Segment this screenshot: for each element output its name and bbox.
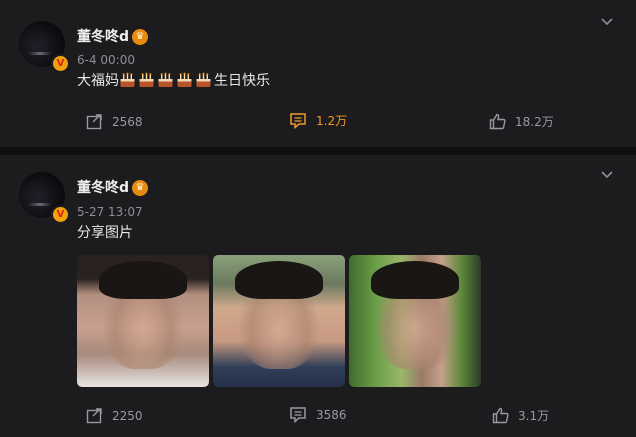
username[interactable]: 董冬咚d — [77, 28, 129, 46]
repost-icon — [86, 408, 102, 424]
repost-count: 2568 — [112, 114, 143, 129]
post-image-3[interactable] — [349, 255, 481, 387]
post-text: 大福妈 生日快乐 — [77, 72, 270, 90]
like-button[interactable]: 18.2万 — [489, 113, 554, 130]
repost-icon — [86, 114, 102, 130]
like-count: 3.1万 — [518, 409, 550, 423]
post-time[interactable]: 6-4 00:00 — [77, 53, 135, 67]
crown-icon: ♛ — [132, 29, 148, 45]
cake-emoji-group — [119, 72, 214, 89]
cake-emoji-icon — [196, 72, 211, 87]
comment-button[interactable]: 3586 — [289, 406, 347, 423]
chevron-down-icon[interactable] — [600, 170, 614, 180]
thumbs-up-icon — [492, 407, 509, 424]
cake-emoji-icon — [120, 72, 135, 87]
like-button[interactable]: 3.1万 — [492, 407, 549, 424]
username[interactable]: 董冬咚d — [77, 179, 129, 197]
verified-badge-icon: V — [51, 54, 70, 73]
repost-button[interactable]: 2568 — [86, 113, 143, 130]
repost-count: 2250 — [112, 408, 143, 423]
thumbs-up-icon — [489, 113, 506, 130]
post-divider — [0, 147, 636, 155]
comment-button[interactable]: 1.2万 — [289, 112, 347, 129]
post-image-1[interactable] — [77, 255, 209, 387]
chevron-down-icon[interactable] — [600, 17, 614, 27]
post-card: V 董冬咚d ♛ 6-4 00:00 大福妈 生日快乐 2568 1.2万 18.… — [0, 0, 636, 147]
verified-badge-icon: V — [51, 205, 70, 224]
cake-emoji-icon — [139, 72, 154, 87]
comment-count: 1.2万 — [316, 114, 348, 128]
post-text-prefix: 大福妈 — [77, 73, 119, 89]
repost-button[interactable]: 2250 — [86, 407, 143, 424]
post-card: V 董冬咚d ♛ 5-27 13:07 分享图片 2250 3586 3.1万 — [0, 155, 636, 437]
post-time[interactable]: 5-27 13:07 — [77, 205, 143, 219]
crown-icon: ♛ — [132, 180, 148, 196]
cake-emoji-icon — [177, 72, 192, 87]
post-image-2[interactable] — [213, 255, 345, 387]
post-text-suffix: 生日快乐 — [214, 73, 270, 89]
comment-icon — [290, 113, 306, 129]
comment-count: 3586 — [316, 407, 347, 422]
comment-icon — [290, 407, 306, 423]
post-text: 分享图片 — [77, 225, 133, 241]
cake-emoji-icon — [158, 72, 173, 87]
like-count: 18.2万 — [515, 115, 554, 129]
